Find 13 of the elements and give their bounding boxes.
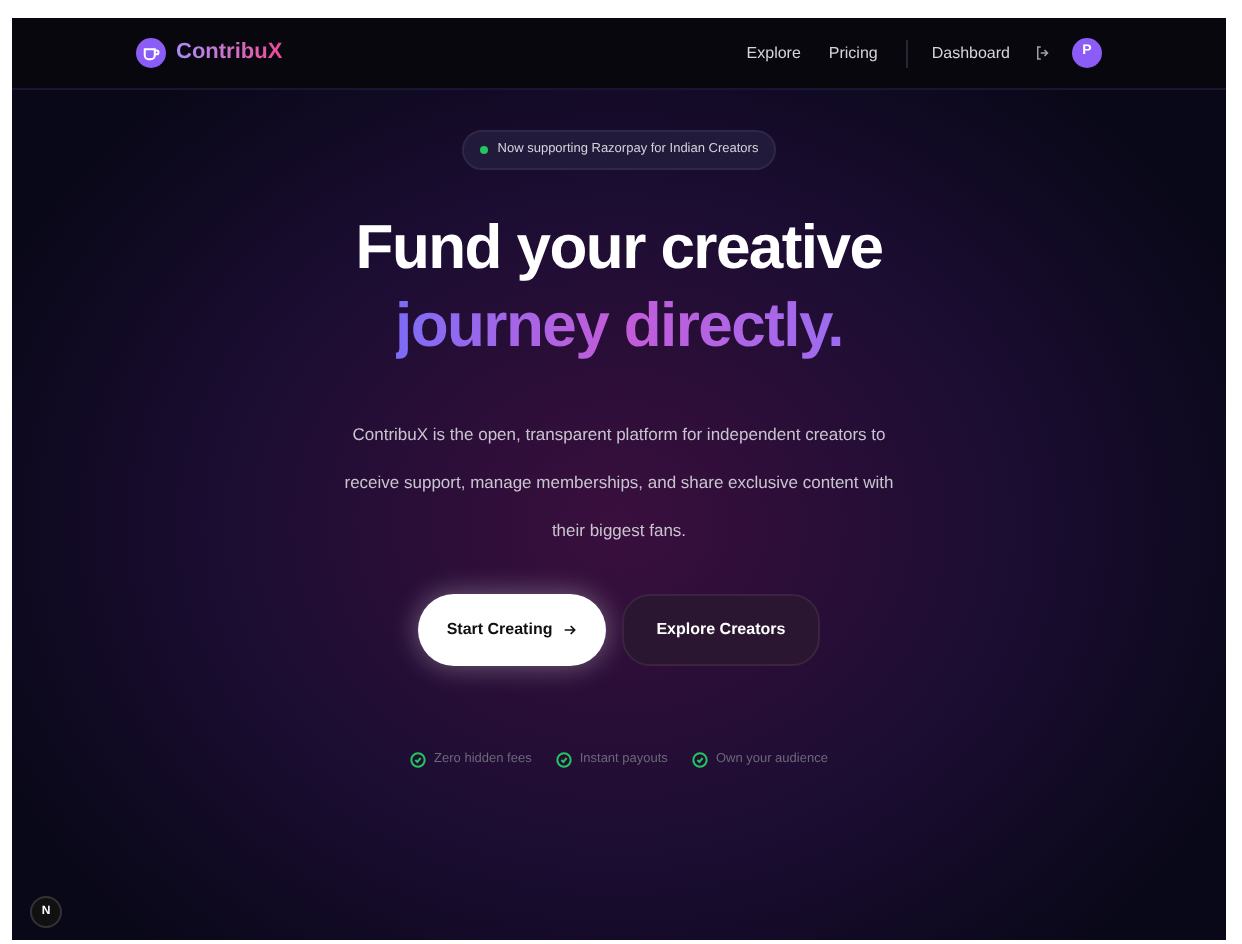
logout-icon[interactable] [1034,44,1052,62]
dashboard-link[interactable]: Dashboard [931,41,1010,65]
headline-line: Fund your creative [355,210,883,286]
nav-link[interactable]: Pricing [828,41,878,65]
nav-link[interactable]: Explore [746,41,801,65]
start-creating-button[interactable]: Start Creating [418,594,607,666]
explore-creators-button[interactable]: Explore Creators [622,594,820,666]
cup-logo-icon [136,38,166,68]
check-circle-icon [555,751,572,768]
check-circle-icon [691,751,708,768]
check-circle-icon [410,751,427,768]
description-paragraph: ContribuX is the open, transparent platform for independent creators to receive support, manage memberships, and share exclusive content with their biggest fans. [342,422,896,544]
arrow-right-icon [562,622,579,638]
